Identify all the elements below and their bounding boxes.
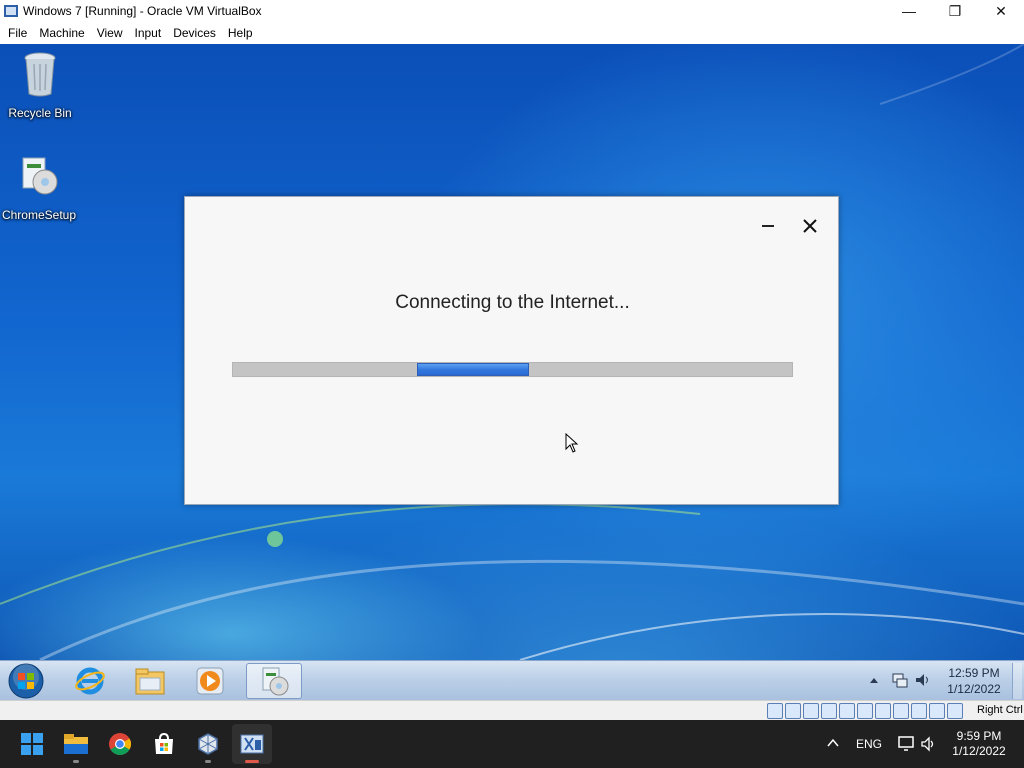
chrome-setup-icon	[262, 667, 289, 696]
display-indicator-icon[interactable]	[875, 703, 891, 719]
taskbar-media-player[interactable]	[182, 663, 238, 699]
desktop-icon-label: ChromeSetup	[1, 208, 77, 222]
window-title: Windows 7 [Running] - Oracle VM VirtualB…	[23, 4, 262, 18]
minimize-button[interactable]: —	[886, 0, 932, 22]
active-indicator	[245, 760, 259, 763]
chrome-installer-dialog: Connecting to the Internet...	[184, 196, 839, 505]
host-clock-time: 9:59 PM	[956, 729, 1002, 743]
chrome-icon	[109, 733, 131, 755]
vbox-status-bar: Right Ctrl	[0, 700, 1024, 720]
host-clock[interactable]: 9:59 PM 1/12/2022	[948, 729, 1010, 759]
host-start-button[interactable]	[12, 724, 52, 764]
host-tray-expand-icon[interactable]	[826, 736, 840, 750]
host-taskbar: ENG 9:59 PM 1/12/2022	[0, 720, 1024, 768]
menu-machine[interactable]: Machine	[33, 26, 90, 40]
show-desktop-button[interactable]	[1012, 663, 1022, 699]
taskbar-windows-explorer[interactable]	[122, 663, 178, 699]
host-file-explorer[interactable]	[56, 724, 96, 764]
guest-clock-time: 12:59 PM	[948, 666, 1000, 680]
menu-help[interactable]: Help	[222, 26, 259, 40]
menu-input[interactable]: Input	[129, 26, 168, 40]
network-indicator-icon[interactable]	[821, 703, 837, 719]
host-clock-date: 1/12/2022	[952, 744, 1006, 758]
taskbar-internet-explorer[interactable]	[62, 663, 118, 699]
dialog-status-message: Connecting to the Internet...	[395, 292, 630, 313]
tray-expand-icon[interactable]	[868, 675, 880, 685]
guest-start-button[interactable]	[6, 662, 46, 700]
guest-clock[interactable]: 12:59 PM 1/12/2022	[936, 665, 1012, 697]
host-vm-window[interactable]	[232, 724, 272, 764]
menu-bar: File Machine View Input Devices Help	[0, 22, 1024, 44]
virtualbox-app-icon	[3, 3, 19, 19]
guest-taskbar: 12:59 PM 1/12/2022	[0, 660, 1024, 700]
close-icon	[803, 219, 817, 233]
running-indicator	[205, 760, 211, 763]
host-volume-icon[interactable]	[920, 736, 938, 752]
shared-folders-indicator-icon[interactable]	[857, 703, 873, 719]
windows-explorer-icon	[135, 668, 165, 695]
store-icon	[155, 732, 173, 754]
taskbar-chrome-setup[interactable]	[246, 663, 302, 699]
audio-indicator-icon[interactable]	[803, 703, 819, 719]
vm-window-icon	[240, 734, 264, 754]
windows-start-icon	[21, 733, 43, 755]
harddisk-indicator-icon[interactable]	[767, 703, 783, 719]
recording-indicator-icon[interactable]	[893, 703, 909, 719]
dialog-close-button[interactable]	[799, 215, 821, 237]
maximize-button[interactable]: ❐	[932, 0, 978, 22]
host-chrome[interactable]	[100, 724, 140, 764]
host-network-icon[interactable]	[898, 736, 916, 752]
guest-clock-date: 1/12/2022	[947, 682, 1001, 696]
progress-bar	[232, 362, 793, 377]
mouse-cursor-icon	[565, 433, 579, 453]
virtualization-indicator-icon[interactable]	[911, 703, 927, 719]
network-icon[interactable]	[891, 671, 909, 689]
virtualbox-icon	[198, 733, 218, 755]
menu-file[interactable]: File	[2, 26, 33, 40]
media-player-icon	[196, 667, 224, 695]
host-title-bar: Windows 7 [Running] - Oracle VM VirtualB…	[0, 0, 1024, 22]
windows-orb-icon	[8, 663, 44, 699]
close-button[interactable]: ✕	[978, 0, 1024, 22]
menu-devices[interactable]: Devices	[167, 26, 222, 40]
recycle-bin-icon	[24, 52, 56, 97]
desktop-icon-chromesetup[interactable]: ChromeSetup	[0, 152, 79, 222]
host-store[interactable]	[144, 724, 184, 764]
usb-indicator-icon[interactable]	[839, 703, 855, 719]
optical-drive-indicator-icon[interactable]	[785, 703, 801, 719]
installer-icon	[22, 157, 58, 195]
input-language-indicator[interactable]: ENG	[856, 737, 882, 751]
desktop-icon-label: Recycle Bin	[8, 106, 72, 120]
guest-desktop: Recycle Bin ChromeSetup Connecting to th…	[0, 44, 1024, 660]
internet-explorer-icon	[75, 667, 105, 695]
menu-view[interactable]: View	[91, 26, 129, 40]
keyboard-indicator-icon[interactable]	[947, 703, 963, 719]
dialog-minimize-button[interactable]	[757, 215, 779, 237]
volume-icon[interactable]	[914, 671, 932, 689]
host-key-label: Right Ctrl	[977, 704, 1023, 716]
vbox-device-indicators	[767, 703, 963, 719]
desktop-icon-recycle-bin[interactable]: Recycle Bin	[0, 50, 80, 120]
file-explorer-icon	[64, 734, 88, 754]
host-virtualbox[interactable]	[188, 724, 228, 764]
mouse-integration-indicator-icon[interactable]	[929, 703, 945, 719]
progress-indicator	[417, 363, 529, 376]
running-indicator	[73, 760, 79, 763]
